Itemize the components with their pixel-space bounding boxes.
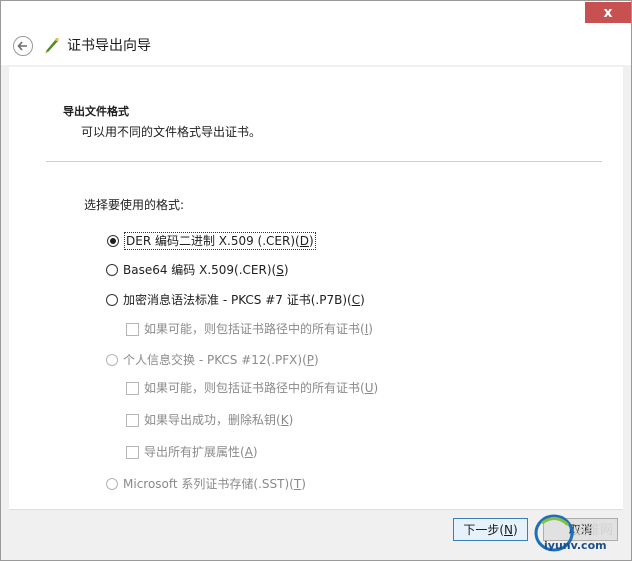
cancel-button[interactable]: 取消 [543, 518, 618, 541]
checkbox-icon [126, 445, 139, 459]
radio-selected-icon [107, 235, 119, 247]
option-delete-private-key-label: 如果导出成功，删除私钥(K) [144, 413, 294, 427]
option-export-extended-properties-label: 导出所有扩展属性(A) [144, 445, 258, 459]
option-base64-radio[interactable]: Base64 编码 X.509(.CER)(S) [106, 262, 289, 278]
format-prompt: 选择要使用的格式: [84, 198, 185, 212]
back-arrow-icon [17, 41, 27, 51]
option-sst-label: Microsoft 系列证书存储(.SST)(T) [123, 477, 306, 491]
close-icon: x [603, 4, 613, 21]
next-button[interactable]: 下一步(N) [453, 518, 528, 541]
section-description: 可以用不同的文件格式导出证书。 [81, 125, 262, 139]
option-pkcs7-include-all-checkbox[interactable]: 如果可能，则包括证书路径中的所有证书(I) [126, 321, 373, 337]
checkbox-icon [126, 413, 139, 427]
radio-icon [106, 264, 118, 276]
checkbox-icon [126, 381, 139, 395]
option-der-radio[interactable]: DER 编码二进制 X.509 (.CER)(D) [107, 232, 316, 250]
option-sst-radio[interactable]: Microsoft 系列证书存储(.SST)(T) [106, 476, 306, 492]
certificate-wizard-icon [45, 38, 59, 54]
option-pkcs7-radio[interactable]: 加密消息语法标准 - PKCS #7 证书(.P7B)(C) [106, 292, 365, 308]
radio-icon [106, 478, 118, 490]
option-delete-private-key-checkbox[interactable]: 如果导出成功，删除私钥(K) [126, 412, 293, 428]
option-pkcs12-include-all-label: 如果可能，则包括证书路径中的所有证书(U) [144, 381, 379, 395]
option-pkcs12-include-all-checkbox[interactable]: 如果可能，则包括证书路径中的所有证书(U) [126, 380, 378, 396]
cancel-button-label: 取消 [568, 523, 593, 537]
wizard-content-panel: 导出文件格式 可以用不同的文件格式导出证书。 选择要使用的格式: DER 编码二… [9, 67, 623, 510]
radio-icon [106, 294, 118, 306]
option-export-extended-properties-checkbox[interactable]: 导出所有扩展属性(A) [126, 444, 258, 460]
next-button-label: 下一步(N) [463, 523, 518, 537]
option-der-label: DER 编码二进制 X.509 (.CER)(D) [124, 232, 316, 250]
close-button[interactable]: x [585, 2, 631, 23]
option-base64-label: Base64 编码 X.509(.CER)(S) [123, 263, 289, 277]
certificate-export-wizard-window: x 证书导出向导 导出文件格式 可以用不同的文件格式导出证书。 选择要使用的格式… [0, 0, 632, 561]
option-pkcs7-label: 加密消息语法标准 - PKCS #7 证书(.P7B)(C) [123, 293, 365, 307]
checkbox-icon [126, 322, 139, 336]
option-pkcs12-radio[interactable]: 个人信息交换 - PKCS #12(.PFX)(P) [106, 352, 319, 368]
section-heading: 导出文件格式 [63, 105, 129, 118]
option-pkcs12-label: 个人信息交换 - PKCS #12(.PFX)(P) [123, 353, 319, 367]
separator [46, 161, 602, 162]
radio-icon [106, 354, 118, 366]
option-pkcs7-include-all-label: 如果可能，则包括证书路径中的所有证书(I) [144, 322, 373, 336]
wizard-title: 证书导出向导 [67, 38, 151, 54]
title-bar: x 证书导出向导 [1, 1, 631, 65]
back-button[interactable] [13, 36, 33, 56]
